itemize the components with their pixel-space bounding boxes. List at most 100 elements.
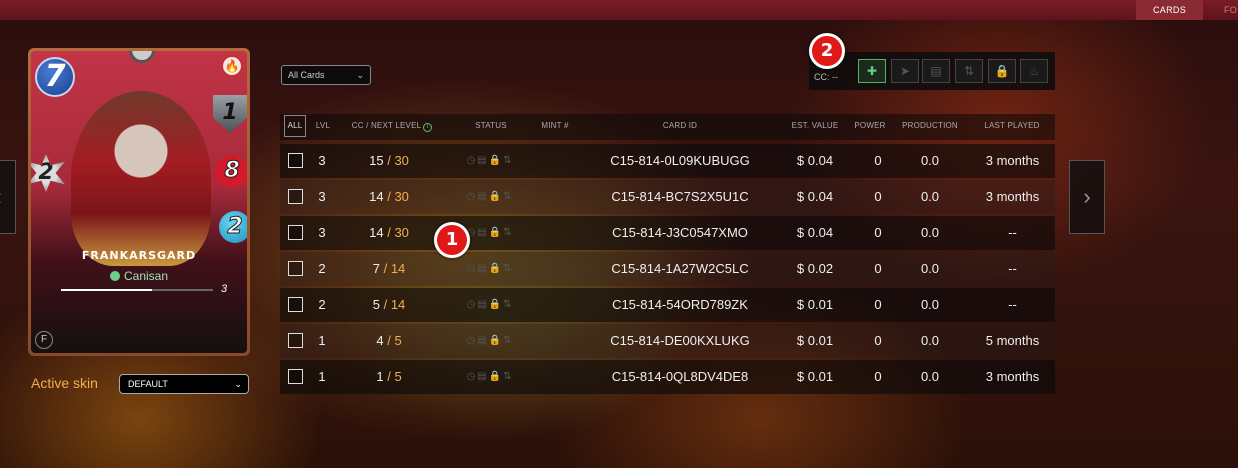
table-row[interactable]: 11 / 5 ◷▤🔒⇅ C15-814-0QL8DV4DE8 $ 0.01 0 0.0 3 … <box>280 360 1055 394</box>
row-checkbox[interactable] <box>288 369 303 384</box>
send-button[interactable]: ➤ <box>891 59 919 83</box>
header-status[interactable]: STATUS <box>465 114 517 140</box>
foil-icon: F <box>35 331 53 349</box>
header-last-played[interactable]: LAST PLAYED <box>980 114 1044 140</box>
cell-power: 0 <box>874 369 882 384</box>
cc-next: 14 <box>390 261 406 276</box>
cc-separator: / <box>387 189 391 204</box>
clock-icon: ◷ <box>466 263 478 274</box>
row-checkbox[interactable] <box>288 297 303 312</box>
row-checkbox[interactable] <box>288 153 303 168</box>
send-icon: ➤ <box>899 64 911 78</box>
card-filter-value: All Cards <box>288 70 325 80</box>
card-actions-panel: CC: -- ✚ ➤ ▤ ⇅ 🔒 ♨ <box>809 52 1055 90</box>
market-icon: ▤ <box>477 155 489 166</box>
rarity-gem <box>129 51 155 63</box>
header-est-value[interactable]: EST. VALUE <box>785 114 845 140</box>
health-stat: 8 <box>215 155 247 187</box>
header-production[interactable]: PRODUCTION <box>898 114 962 140</box>
transfer-button[interactable]: ⇅ <box>955 59 983 83</box>
cc-next: 30 <box>394 225 409 240</box>
card-name: FRANKARSGARD <box>81 249 197 262</box>
cc-separator: / <box>383 297 388 312</box>
next-card-arrow[interactable]: › <box>1069 160 1105 234</box>
cell-power: 0 <box>874 225 882 240</box>
cell-est-value: $ 0.01 <box>796 333 834 348</box>
burn-icon: ♨ <box>1028 64 1040 78</box>
cell-status: ◷▤🔒⇅ <box>458 360 522 394</box>
row-checkbox[interactable] <box>288 189 303 204</box>
header-card-id[interactable]: CARD ID <box>640 114 720 140</box>
cell-last-played: 5 months <box>985 333 1040 348</box>
clock-icon: ◷ <box>466 335 478 346</box>
lock-icon: 🔒 <box>488 227 504 238</box>
cell-card-id[interactable]: C15-814-0L09KUBUGG <box>580 144 780 178</box>
cell-production: 0.0 <box>920 333 940 348</box>
card-filter-select[interactable]: All Cards ⌄ <box>281 65 371 85</box>
cell-card-id[interactable]: C15-814-J3C0547XMO <box>580 216 780 250</box>
header-mint[interactable]: MINT # <box>532 114 578 140</box>
cell-card-id[interactable]: C15-814-BC7S2X5U1C <box>580 180 780 214</box>
chevron-down-icon: ⌄ <box>234 379 242 389</box>
cell-power: 0 <box>874 261 882 276</box>
cc-label: CC: -- <box>814 72 838 82</box>
table-row[interactable]: 2 5 / 14 ◷▤🔒⇅ C15-814-54ORD789ZK $ 0.01 0 0.0 -… <box>280 288 1055 322</box>
skin-select[interactable]: DEFAULT ⌄ <box>119 374 249 394</box>
row-checkbox[interactable] <box>288 261 303 276</box>
cell-card-id[interactable]: C15-814-1A27W2C5LC <box>580 252 780 286</box>
cell-est-value: $ 0.04 <box>796 225 834 240</box>
fire-icon: 🔥 <box>221 55 243 77</box>
clock-icon: ◷ <box>466 299 478 310</box>
lock-icon: 🔒 <box>994 64 1010 78</box>
table-row[interactable]: 3 15 / 30 ◷▤🔒⇅ C15-814-0L09KUBUGG $ 0.04 0 0.0… <box>280 144 1055 178</box>
cell-last-played: 3 months <box>985 189 1040 204</box>
cell-est-value: $ 0.01 <box>796 369 834 384</box>
lock-icon: 🔒 <box>488 371 504 382</box>
lock-button[interactable]: 🔒 <box>988 59 1016 83</box>
cell-card-id[interactable]: C15-814-54ORD789ZK <box>580 288 780 322</box>
select-all-button[interactable]: ALL <box>284 115 306 137</box>
burn-button[interactable]: ♨ <box>1020 59 1048 83</box>
row-checkbox[interactable] <box>288 333 303 348</box>
lock-icon: 🔒 <box>488 263 504 274</box>
previous-card-arrow[interactable]: ‹ <box>0 160 16 234</box>
card-subtitle: Canisan <box>31 269 247 283</box>
table-row[interactable]: 3 14 / 30 ◷▤🔒⇅ C15-814-BC7S2X5U1C $ 0.04 0 0.0… <box>280 180 1055 214</box>
transfer-icon: ⇅ <box>503 155 514 166</box>
tab-cards[interactable]: CARDS <box>1136 0 1204 20</box>
add-to-deck-button[interactable]: ✚ <box>858 59 886 83</box>
cell-cc: 1 / 5 <box>340 360 438 394</box>
cell-last-played: -- <box>1008 225 1017 240</box>
card-level: 3 <box>221 283 228 295</box>
row-checkbox[interactable] <box>288 225 303 240</box>
card-subtitle-text: Canisan <box>123 269 169 283</box>
cc-next: 5 <box>394 369 402 384</box>
info-icon[interactable]: i <box>423 123 433 132</box>
table-row[interactable]: 2 7 / 14 ◷▤🔒⇅ C15-814-1A27W2C5LC $ 0.02 0 0.0 -… <box>280 252 1055 286</box>
cell-card-id[interactable]: C15-814-0QL8DV4DE8 <box>580 360 780 394</box>
table-row[interactable]: 1 4 / 5 ◷▤🔒⇅ C15-814-DE00KXLUKG $ 0.01 0 0.0 5 … <box>280 324 1055 358</box>
cell-cc: 4 / 5 <box>340 324 438 358</box>
table-row[interactable]: 3 14 / 30 ◷▤🔒⇅ C15-814-J3C0547XMO $ 0.04 0 0.0… <box>280 216 1055 250</box>
lock-icon: 🔒 <box>488 299 504 310</box>
cell-last-played: -- <box>1008 297 1017 312</box>
cards-table-header: ALL LVL CC / NEXT LEVEL i STATUS MINT # C… <box>280 114 1055 140</box>
cell-status: ◷▤🔒⇅ <box>458 144 522 178</box>
cell-cc: 7 / 14 <box>340 252 438 286</box>
cell-production: 0.0 <box>920 153 940 168</box>
market-button[interactable]: ▤ <box>922 59 950 83</box>
cell-production: 0.0 <box>920 261 940 276</box>
level-progress-fill <box>61 289 153 291</box>
mana-cost: 7 <box>35 57 75 97</box>
header-lvl[interactable]: LVL <box>310 114 336 140</box>
cell-cc: 15 / 30 <box>340 144 438 178</box>
market-icon: ▤ <box>477 371 489 382</box>
cc-next: 14 <box>390 297 406 312</box>
header-power[interactable]: POWER <box>852 114 888 140</box>
tab-second[interactable]: FO <box>1207 0 1238 20</box>
cell-card-id[interactable]: C15-814-DE00KXLUKG <box>580 324 780 358</box>
market-icon: ▤ <box>477 299 489 310</box>
cell-level: 3 <box>318 189 326 204</box>
cc-separator: / <box>387 225 391 240</box>
header-cc[interactable]: CC / NEXT LEVEL i <box>342 114 442 140</box>
